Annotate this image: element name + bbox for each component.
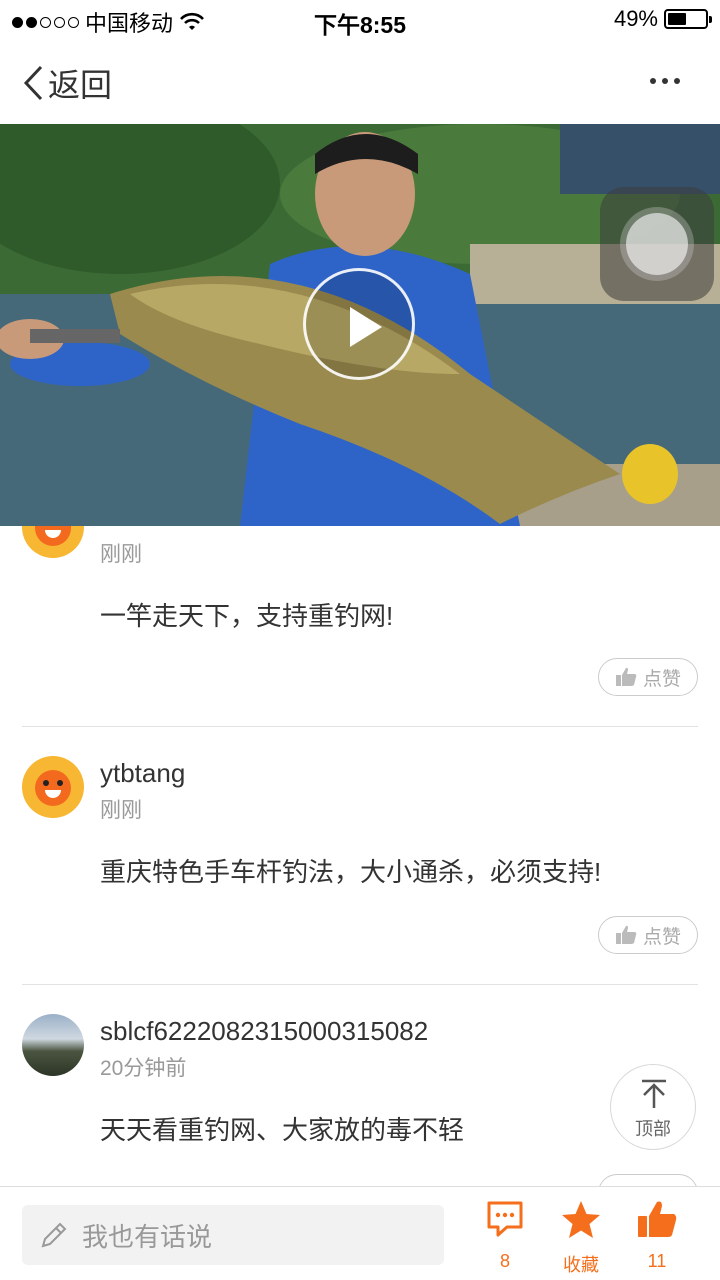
like-button[interactable] — [598, 1174, 698, 1186]
battery-icon — [664, 9, 712, 29]
like-button[interactable]: 点赞 — [598, 916, 698, 954]
comment-list[interactable]: 刚刚 一竿走天下，支持重钓网! 点赞 ytbtang 刚刚 重庆特色手车杆钓法，… — [0, 526, 720, 1186]
like-button[interactable]: 点赞 — [598, 658, 698, 696]
like-article-button[interactable]: 11 — [622, 1199, 692, 1271]
comment-item: 刚刚 一竿走天下，支持重钓网! 点赞 — [22, 526, 698, 726]
like-label: 点赞 — [642, 668, 681, 690]
like-count: 11 — [647, 1251, 667, 1271]
back-button[interactable]: 返回 — [22, 60, 112, 106]
thumbs-up-icon — [638, 1201, 677, 1237]
comment-time: 刚刚 — [100, 799, 142, 822]
comment-input-placeholder: 我也有话说 — [82, 1221, 213, 1252]
thumbs-up-icon — [615, 667, 637, 686]
avatar[interactable] — [22, 526, 84, 558]
more-options-icon[interactable] — [650, 78, 680, 84]
favorite-label: 收藏 — [563, 1255, 599, 1275]
comment-item: sblcf6222082315000315082 20分钟前 天天看重钓网、大家… — [22, 1014, 698, 1186]
back-to-top-label: 顶部 — [635, 1119, 671, 1139]
battery-fill — [668, 13, 686, 25]
comment-count: 8 — [499, 1251, 510, 1271]
status-right: 49% — [613, 6, 712, 32]
video-player[interactable] — [0, 124, 720, 526]
comment-text: 一竿走天下，支持重钓网! — [100, 601, 394, 631]
avatar[interactable] — [22, 756, 84, 818]
comment-text: 天天看重钓网、大家放的毒不轻 — [100, 1115, 465, 1145]
comment-author[interactable]: sblcf6222082315000315082 — [100, 1016, 428, 1047]
comment-item: ytbtang 刚刚 重庆特色手车杆钓法，大小通杀，必须支持! 点赞 — [22, 756, 698, 986]
battery-percent: 49% — [613, 6, 658, 31]
thumbs-up-icon — [615, 925, 637, 944]
avatar[interactable] — [22, 1014, 84, 1076]
chevron-left-icon — [23, 65, 43, 101]
comment-time: 20分钟前 — [100, 1057, 187, 1080]
back-label: 返回 — [48, 67, 113, 103]
comment-text: 重庆特色手车杆钓法，大小通杀，必须支持! — [100, 857, 602, 887]
status-bar: 中国移动 下午8:55 49% — [0, 0, 720, 40]
nav-bar: 返回 — [0, 40, 720, 124]
bottom-bar: 我也有话说 8 收藏 11 — [0, 1186, 720, 1280]
arrow-up-icon — [642, 1079, 666, 1108]
back-to-top-button[interactable]: 顶部 — [610, 1064, 696, 1150]
divider — [22, 726, 698, 727]
assistive-touch-button[interactable] — [600, 187, 714, 301]
like-label: 点赞 — [642, 926, 681, 948]
comment-time: 刚刚 — [100, 543, 142, 566]
comment-author[interactable]: ytbtang — [100, 758, 185, 789]
comment-input[interactable]: 我也有话说 — [22, 1205, 444, 1265]
star-icon — [562, 1201, 600, 1238]
clock: 下午8:55 — [313, 12, 407, 38]
favorite-button[interactable]: 收藏 — [546, 1199, 616, 1275]
comments-button[interactable]: 8 — [470, 1199, 540, 1271]
play-button[interactable] — [303, 268, 415, 380]
divider — [22, 984, 698, 985]
comment-bubble-icon — [487, 1201, 523, 1237]
pencil-icon — [41, 1222, 67, 1248]
